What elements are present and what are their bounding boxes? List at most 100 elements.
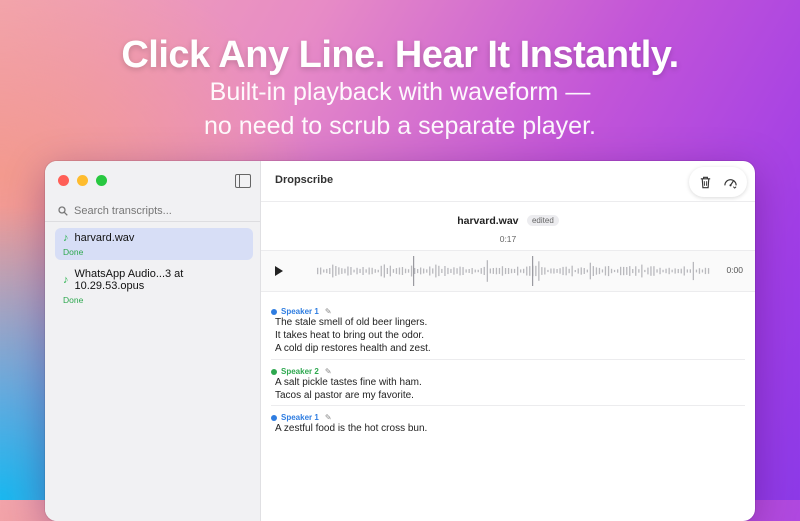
waveform-bar [408, 269, 409, 273]
minimize-window-button[interactable] [77, 175, 88, 186]
waveform-bar [393, 269, 394, 273]
app-title: Dropscribe [275, 174, 333, 186]
waveform-bar [620, 267, 621, 275]
speed-gauge-icon[interactable] [723, 175, 738, 190]
waveform-bar [508, 268, 509, 274]
waveform-bar [665, 269, 666, 274]
waveform-bar [499, 268, 500, 274]
waveform-bar [384, 264, 385, 277]
speaker-dot [271, 369, 277, 375]
search-icon [58, 206, 68, 216]
file-item-whatsapp[interactable]: ♪ WhatsApp Audio...3 at 10.29.53.opus Do… [55, 264, 253, 296]
waveform-bar [556, 269, 557, 273]
sidebar: Search transcripts... ♪ harvard.wav Done… [45, 161, 261, 521]
waveform-bar [453, 267, 454, 274]
waveform-bar [411, 266, 412, 277]
waveform-bar [708, 268, 709, 274]
segment-divider [271, 359, 745, 360]
waveform-bar [396, 268, 397, 274]
close-window-button[interactable] [58, 175, 69, 186]
waveform-bar [617, 269, 618, 272]
waveform-bar [478, 270, 479, 272]
speaker-label[interactable]: Speaker 1 ✎ [271, 307, 745, 316]
music-note-icon: ♪ [63, 232, 69, 244]
transcript-line[interactable]: A cold dip restores health and zest. [275, 342, 745, 355]
waveform-bar [326, 269, 327, 273]
music-note-icon: ♪ [63, 274, 69, 286]
waveform-bar [608, 266, 609, 276]
zoom-window-button[interactable] [96, 175, 107, 186]
transcript-line[interactable]: It takes heat to bring out the odor. [275, 329, 745, 342]
transcript-segment[interactable]: Speaker 1 ✎ A zestful food is the hot cr… [271, 413, 745, 435]
header-divider [261, 201, 755, 202]
waveform-bar [441, 269, 442, 273]
pencil-icon[interactable]: ✎ [325, 367, 332, 376]
speaker-name: Speaker 2 [281, 367, 319, 376]
transcript-line[interactable]: A zestful food is the hot cross bun. [275, 422, 745, 435]
waveform-bar [496, 268, 497, 275]
waveform-bar [329, 268, 330, 274]
transcript-segment[interactable]: Speaker 1 ✎ The stale smell of old beer … [271, 307, 745, 355]
play-icon[interactable] [275, 266, 283, 276]
waveform-bar [599, 268, 600, 274]
waveform-bar [402, 267, 403, 275]
pencil-icon[interactable]: ✎ [325, 413, 332, 422]
speaker-label[interactable]: Speaker 2 ✎ [271, 367, 745, 376]
waveform-bar [705, 268, 706, 274]
waveform-bar [702, 270, 703, 273]
transcript-line[interactable]: The stale smell of old beer lingers. [275, 316, 745, 329]
segment-marker [532, 256, 533, 286]
waveform-bar [611, 269, 612, 273]
waveform-bar [444, 266, 445, 276]
waveform-bar [362, 267, 363, 275]
waveform-bar [581, 267, 582, 274]
waveform-bar [332, 265, 333, 278]
speaker-label[interactable]: Speaker 1 ✎ [271, 413, 745, 422]
file-item-harvard[interactable]: ♪ harvard.wav Done [55, 228, 253, 260]
waveform-bar [662, 270, 663, 273]
sidebar-toggle-icon[interactable] [235, 174, 251, 188]
waveform-bar [693, 262, 694, 280]
waveform-bar [359, 269, 360, 273]
waveform-bar [450, 269, 451, 273]
pencil-icon[interactable]: ✎ [325, 307, 332, 316]
transcript-line[interactable]: Tacos al pastor are my favorite. [275, 389, 745, 402]
waveform-bar [387, 268, 388, 274]
waveform-bar [681, 269, 682, 274]
waveform-bar [559, 268, 560, 274]
waveform-bar [338, 267, 339, 274]
waveform-bar [623, 267, 624, 275]
waveform-bar [369, 268, 370, 275]
waveform-bar [372, 268, 373, 274]
waveform-bar [417, 269, 418, 273]
search-field[interactable]: Search transcripts... [58, 201, 248, 221]
waveform[interactable] [317, 256, 712, 286]
waveform-bar [475, 270, 476, 273]
waveform-bar [644, 270, 645, 272]
sidebar-divider [45, 221, 260, 222]
waveform-bar [347, 267, 348, 276]
transcript-line[interactable]: A salt pickle tastes fine with ham. [275, 376, 745, 389]
file-duration: 0:17 [261, 234, 755, 244]
speaker-name: Speaker 1 [281, 307, 319, 316]
trash-icon[interactable] [698, 175, 713, 190]
waveform-bar [641, 265, 642, 278]
waveform-bar [426, 269, 427, 272]
waveform-bar [438, 266, 439, 276]
waveform-bar [656, 269, 657, 272]
waveform-bar [690, 269, 691, 273]
waveform-bar [544, 268, 545, 275]
waveform-bar [366, 269, 367, 272]
waveform-bar [632, 269, 633, 273]
transcript-segment[interactable]: Speaker 2 ✎ A salt pickle tastes fine wi… [271, 367, 745, 402]
waveform-bar [487, 260, 488, 282]
waveform-bar [520, 269, 521, 272]
search-placeholder: Search transcripts... [74, 205, 172, 217]
waveform-bar [547, 270, 548, 272]
speaker-dot [271, 415, 277, 421]
waveform-bar [678, 269, 679, 273]
waveform-bar [669, 268, 670, 274]
waveform-bar [593, 266, 594, 276]
waveform-bar [405, 269, 406, 274]
file-status: Done [63, 247, 245, 257]
